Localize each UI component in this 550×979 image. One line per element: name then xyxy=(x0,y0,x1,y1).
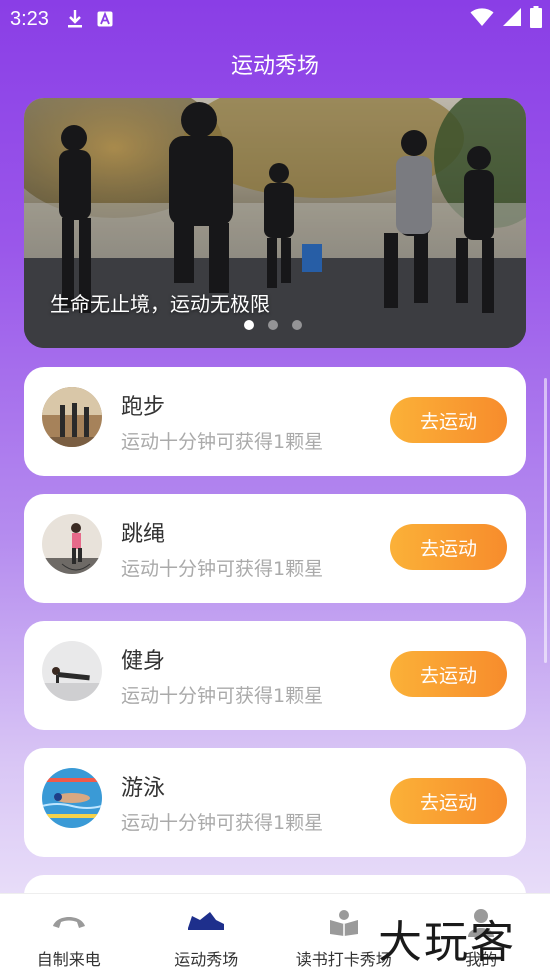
go-exercise-button[interactable]: 去运动 xyxy=(390,778,507,824)
activity-card-jump-rope: 跳绳 运动十分钟可获得1颗星 去运动 xyxy=(24,494,526,603)
carousel-dot[interactable] xyxy=(292,320,302,330)
activity-title: 健身 xyxy=(121,649,166,674)
activity-card-running: 跑步 运动十分钟可获得1颗星 去运动 xyxy=(24,367,526,476)
book-icon xyxy=(324,906,364,938)
status-bar: 3:23 xyxy=(0,0,550,38)
scrollbar[interactable] xyxy=(544,378,547,663)
download-icon xyxy=(67,9,83,29)
tab-custom-call[interactable]: 自制来电 xyxy=(0,894,138,979)
signal-icon xyxy=(502,7,522,31)
go-exercise-button[interactable]: 去运动 xyxy=(390,524,507,570)
activity-title: 跑步 xyxy=(121,395,166,420)
a-icon xyxy=(97,11,113,27)
swimming-photo xyxy=(42,768,102,828)
fitness-photo xyxy=(42,641,102,701)
jump-rope-photo xyxy=(42,514,102,574)
status-time: 3:23 xyxy=(10,7,49,30)
go-exercise-button[interactable]: 去运动 xyxy=(390,651,507,697)
activity-subtitle: 运动十分钟可获得1颗星 xyxy=(121,685,324,707)
activity-subtitle: 运动十分钟可获得1颗星 xyxy=(121,812,324,834)
tab-sports-show[interactable]: 运动秀场 xyxy=(138,894,276,979)
carousel-dots xyxy=(244,320,302,330)
watermark-logo: 大玩客 xyxy=(378,917,516,968)
activity-card-fitness: 健身 运动十分钟可获得1颗星 去运动 xyxy=(24,621,526,730)
banner-carousel[interactable]: 生命无止境，运动无极限 xyxy=(24,98,526,348)
phone-icon xyxy=(49,906,89,938)
activity-subtitle: 运动十分钟可获得1颗星 xyxy=(121,431,324,453)
activity-card-swimming: 游泳 运动十分钟可获得1颗星 去运动 xyxy=(24,748,526,857)
go-exercise-button[interactable]: 去运动 xyxy=(390,397,507,443)
running-photo xyxy=(42,387,102,447)
wifi-icon xyxy=(470,7,494,31)
page-title: 运动秀场 xyxy=(230,54,319,79)
battery-icon xyxy=(530,6,542,32)
sneaker-icon xyxy=(186,906,226,938)
carousel-dot[interactable] xyxy=(244,320,254,330)
tab-label: 自制来电 xyxy=(36,950,101,969)
activity-title: 跳绳 xyxy=(121,522,166,547)
activity-title: 游泳 xyxy=(121,776,166,801)
tab-label: 运动秀场 xyxy=(174,950,239,969)
banner-caption: 生命无止境，运动无极限 xyxy=(50,292,270,316)
activity-subtitle: 运动十分钟可获得1颗星 xyxy=(121,558,324,580)
carousel-dot[interactable] xyxy=(268,320,278,330)
